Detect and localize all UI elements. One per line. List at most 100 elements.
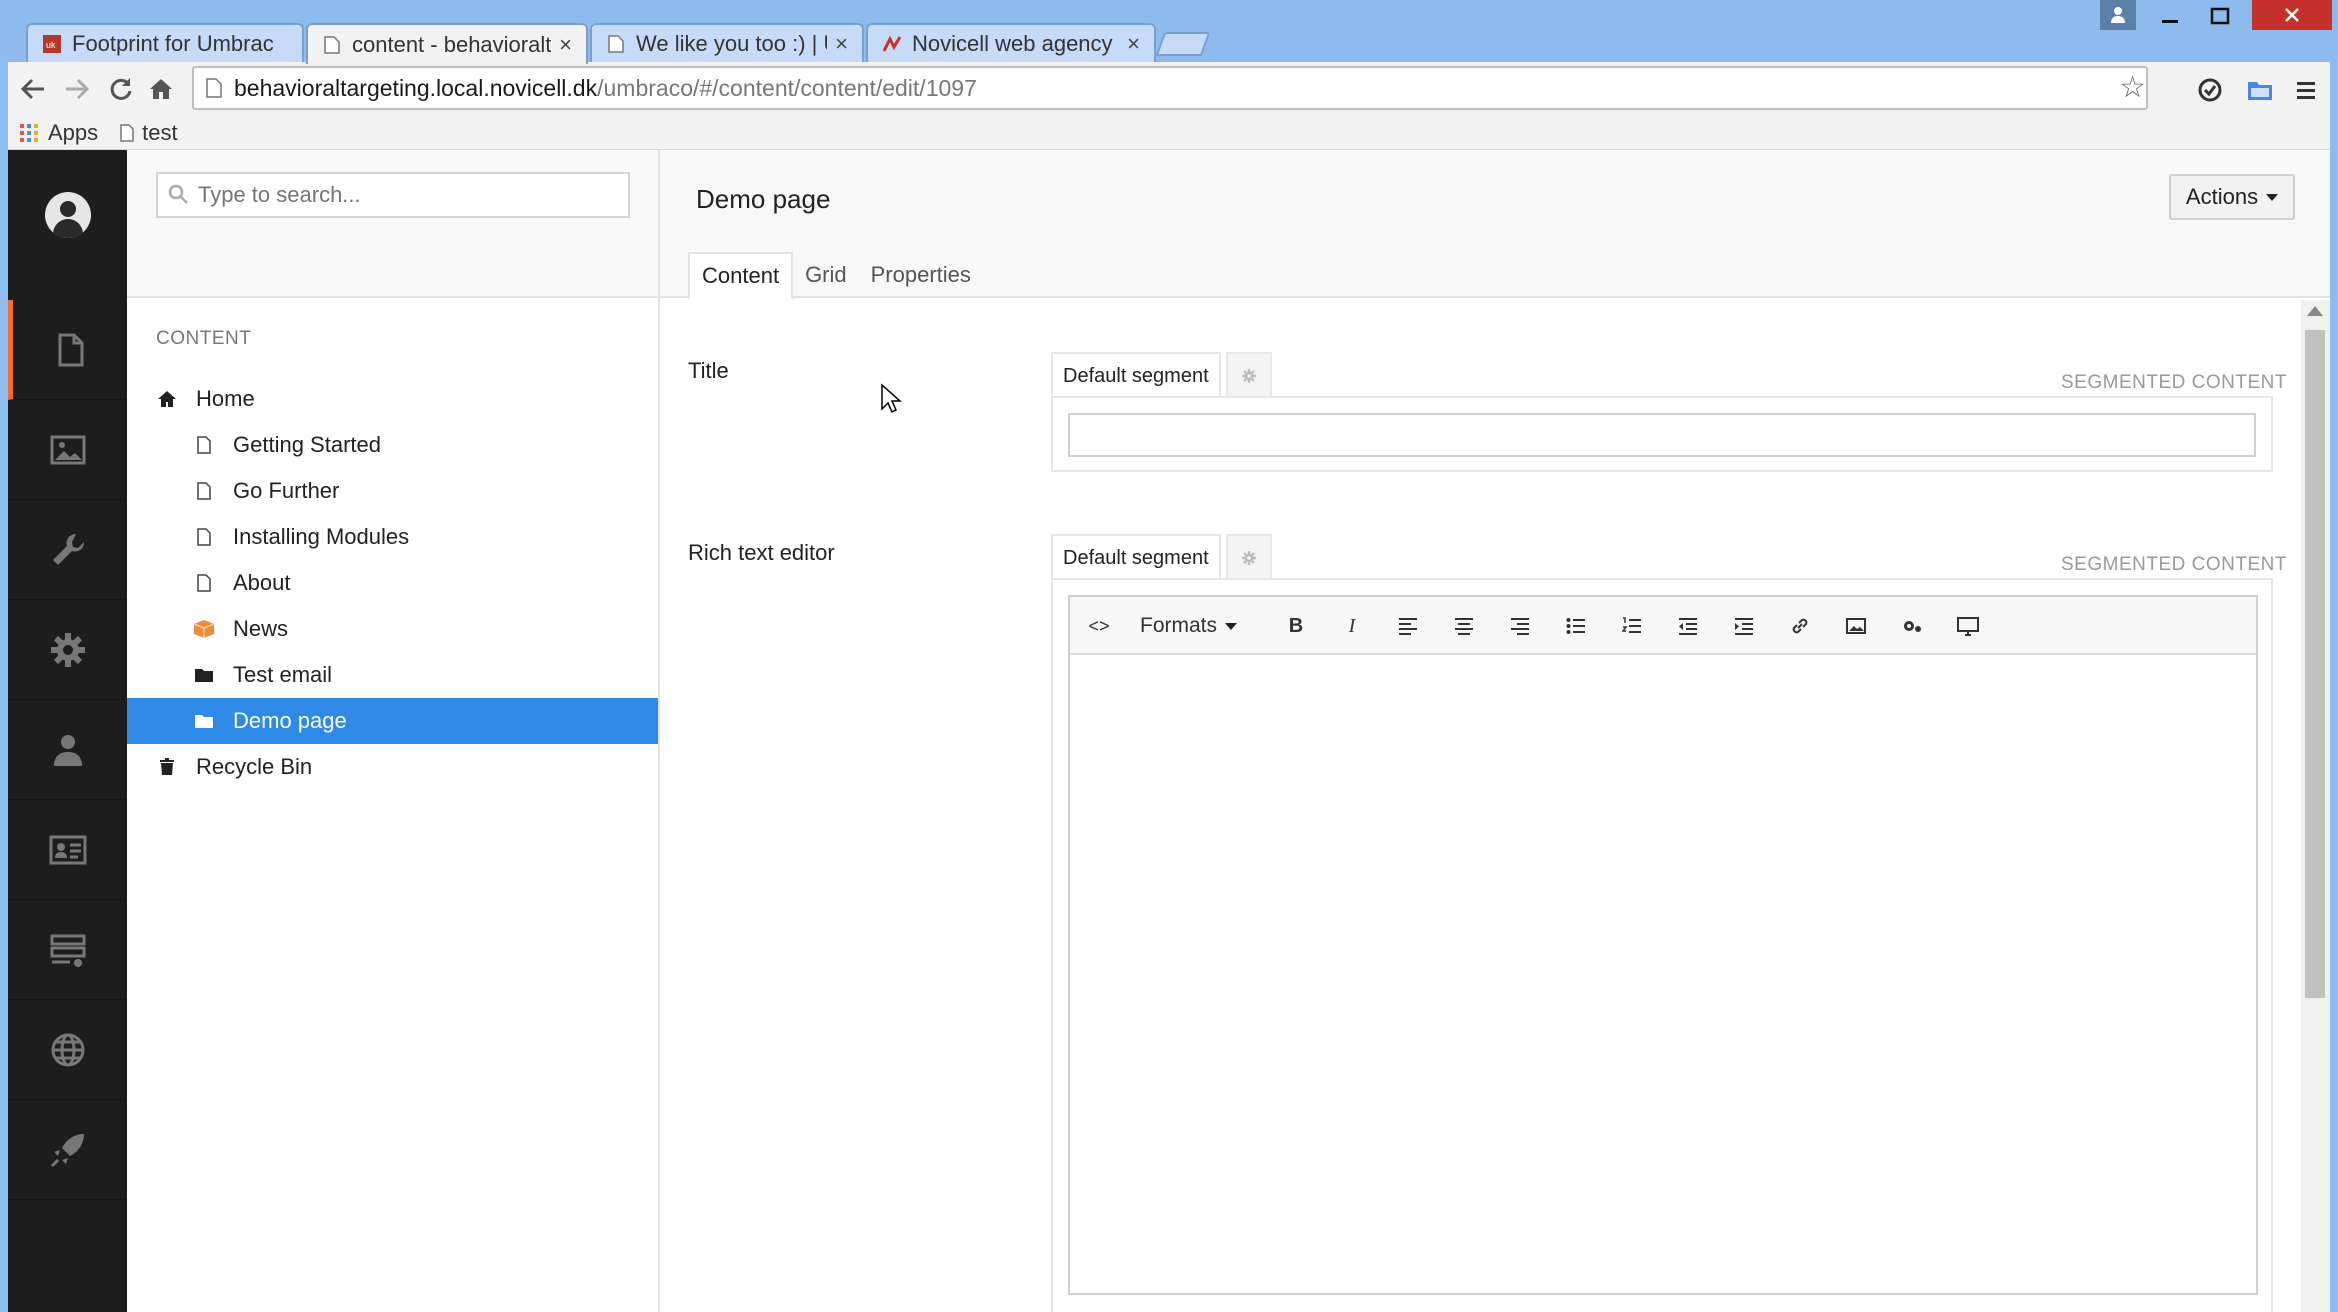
rte-toolbar: <> Formats B I — [1070, 597, 2256, 655]
section-media[interactable] — [8, 400, 127, 500]
editor-tabs: Content Grid Properties — [688, 252, 983, 300]
segment-settings-button[interactable] — [1226, 534, 1272, 580]
indent-icon — [1735, 618, 1753, 635]
formats-label: Formats — [1140, 614, 1218, 637]
section-developer[interactable] — [8, 600, 127, 700]
tree-node-getting-started[interactable]: Getting Started — [127, 422, 658, 468]
scroll-up-arrow-icon[interactable] — [2307, 306, 2323, 316]
bold-button[interactable]: B — [1279, 609, 1313, 643]
bookmark-apps[interactable]: Apps — [20, 120, 98, 146]
numbered-list-button[interactable] — [1615, 609, 1649, 643]
document-icon — [193, 572, 215, 594]
document-icon — [58, 333, 84, 366]
browser-tab-content[interactable]: content - behavioralt × — [306, 23, 588, 64]
umbraco-backoffice: CONTENT Home Getting Started Go Further … — [8, 150, 2330, 1312]
segment-tab-default[interactable]: Default segment — [1051, 534, 1221, 580]
content-tree-panel: CONTENT Home Getting Started Go Further … — [127, 150, 660, 1312]
monitor-icon — [1957, 617, 1979, 636]
scroll-thumb[interactable] — [2305, 330, 2325, 998]
tree-node-installing-modules[interactable]: Installing Modules — [127, 514, 658, 560]
tree-node-test-email[interactable]: Test email — [127, 652, 658, 698]
align-center-button[interactable] — [1447, 609, 1481, 643]
bookmark-test[interactable]: test — [120, 119, 178, 146]
browser-tab-footprint[interactable]: uk Footprint for Umbrac — [26, 23, 304, 63]
browser-tab-we-like-you[interactable]: We like you too :) | U × — [590, 23, 864, 63]
section-users[interactable] — [8, 700, 127, 800]
back-button[interactable] — [16, 72, 50, 106]
section-settings[interactable] — [8, 500, 127, 600]
embed-media-button[interactable] — [1951, 609, 1985, 643]
document-icon — [193, 480, 215, 502]
forward-button[interactable] — [60, 72, 94, 106]
actions-button[interactable]: Actions — [2169, 174, 2295, 220]
segment-tab-default[interactable]: Default segment — [1051, 352, 1221, 398]
source-code-button[interactable]: <> — [1082, 609, 1116, 643]
bookmark-label: test — [142, 119, 178, 145]
actions-label: Actions — [2185, 184, 2259, 209]
tab-content[interactable]: Content — [688, 252, 794, 300]
gear-icon — [50, 632, 85, 667]
reload-button[interactable] — [104, 72, 138, 106]
tree-search-input[interactable] — [156, 172, 630, 218]
close-icon[interactable]: × — [835, 31, 848, 57]
globe-icon — [51, 1033, 84, 1066]
tree-section-title: CONTENT — [156, 328, 252, 349]
insert-link-button[interactable] — [1783, 609, 1817, 643]
tree-node-news[interactable]: News — [127, 606, 658, 652]
window-maximize-button[interactable] — [2200, 0, 2240, 32]
indent-button[interactable] — [1727, 609, 1761, 643]
tree-node-home[interactable]: Home — [127, 376, 658, 422]
address-bar[interactable]: behavioraltargeting.local.novicell.dk/um… — [192, 66, 2148, 110]
title-input[interactable] — [1068, 413, 2256, 457]
close-icon[interactable]: × — [1127, 31, 1140, 57]
formats-dropdown[interactable]: Formats — [1140, 609, 1238, 643]
extension-sync-icon[interactable] — [2194, 74, 2226, 106]
window-minimize-button[interactable] — [2150, 0, 2190, 32]
user-profile-icon[interactable] — [2100, 0, 2136, 30]
align-left-icon — [1399, 618, 1417, 635]
home-button[interactable] — [144, 72, 178, 106]
insert-macro-button[interactable] — [1895, 609, 1929, 643]
close-icon[interactable]: × — [559, 32, 572, 58]
rich-text-editor: <> Formats B I — [1068, 595, 2258, 1295]
insert-image-button[interactable] — [1839, 609, 1873, 643]
section-content[interactable] — [8, 300, 127, 400]
editor-scrollbar[interactable] — [2301, 300, 2330, 1312]
section-members[interactable] — [8, 800, 127, 900]
browser-tab-title: We like you too :) | U — [636, 31, 828, 56]
gear-icon — [1242, 369, 1256, 383]
rte-content-area[interactable] — [1070, 655, 2256, 1293]
tree-node-label: News — [233, 616, 289, 641]
extension-folder-icon[interactable] — [2244, 74, 2276, 106]
tree-node-recycle-bin[interactable]: Recycle Bin — [127, 744, 658, 790]
svg-text:uk: uk — [46, 40, 56, 50]
tab-properties[interactable]: Properties — [859, 252, 983, 298]
section-deploy[interactable] — [8, 1100, 127, 1200]
browser-tab-novicell[interactable]: Novicell web agency × — [866, 23, 1156, 63]
tree-node-about[interactable]: About — [127, 560, 658, 606]
outdent-button[interactable] — [1671, 609, 1705, 643]
macro-gears-icon — [1904, 621, 1921, 632]
align-left-button[interactable] — [1391, 609, 1425, 643]
tree-node-go-further[interactable]: Go Further — [127, 468, 658, 514]
browser-toolbar: behavioraltargeting.local.novicell.dk/um… — [8, 62, 2330, 116]
tab-grid[interactable]: Grid — [793, 252, 859, 298]
segment-settings-button[interactable] — [1226, 352, 1272, 398]
align-right-button[interactable] — [1503, 609, 1537, 643]
bookmark-star-icon[interactable]: ☆ — [2119, 70, 2146, 105]
section-translation[interactable] — [8, 1000, 127, 1100]
link-icon — [1792, 618, 1808, 634]
section-forms[interactable] — [8, 900, 127, 1000]
tree-node-label: Demo page — [233, 708, 347, 733]
new-tab-button[interactable] — [1155, 32, 1211, 56]
window-close-button[interactable] — [2252, 0, 2332, 30]
news-package-icon — [193, 618, 215, 640]
tree-node-demo-page[interactable]: Demo page — [127, 698, 658, 744]
bullet-list-button[interactable] — [1559, 609, 1593, 643]
chrome-menu-icon[interactable] — [2290, 74, 2322, 106]
folder-icon — [193, 710, 215, 732]
user-avatar[interactable] — [45, 192, 91, 238]
italic-button[interactable]: I — [1335, 609, 1369, 643]
section-rail — [8, 150, 127, 1312]
url-host: behavioraltargeting.local.novicell.dk — [234, 74, 598, 101]
